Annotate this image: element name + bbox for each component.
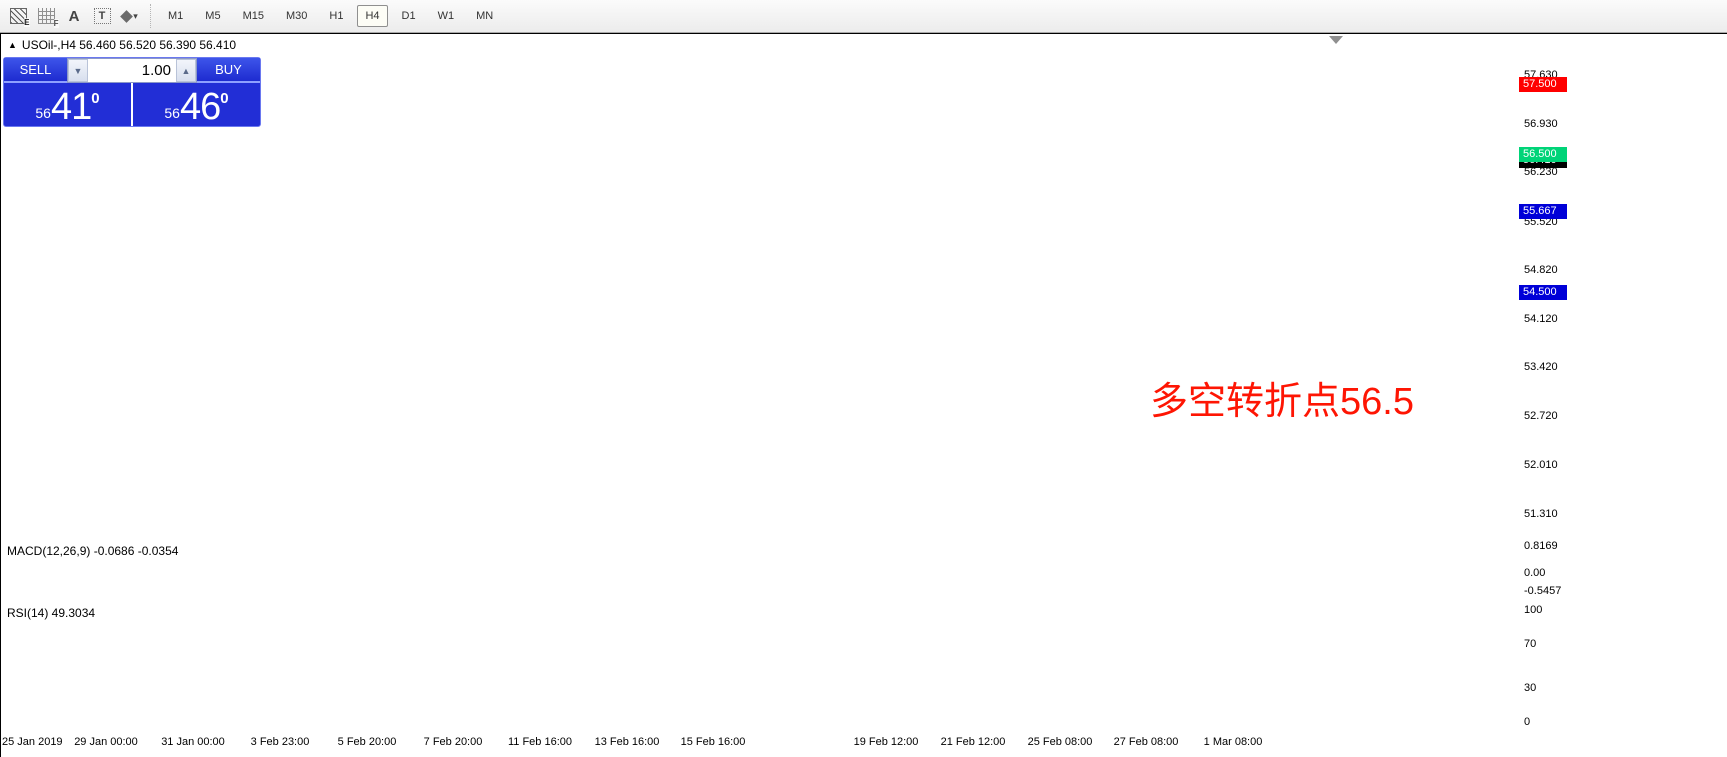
time-axis-label: 25 Feb 08:00	[1028, 736, 1093, 748]
rsi-label: RSI(14) 49.3034	[7, 606, 95, 620]
sell-price-pip: 0	[91, 91, 99, 106]
volume-input[interactable]: 1.00	[88, 59, 176, 82]
sell-button[interactable]: SELL	[4, 58, 67, 83]
macd-label: MACD(12,26,9) -0.0686 -0.0354	[7, 544, 178, 558]
timeframe-h4[interactable]: H4	[357, 5, 387, 27]
time-axis-label: 25 Jan 2019	[2, 736, 63, 748]
volume-up-button[interactable]: ▲	[176, 59, 196, 82]
buy-button[interactable]: BUY	[197, 58, 260, 83]
price-badge: 54.500	[1519, 285, 1567, 300]
font-icon[interactable]: A	[62, 4, 86, 28]
mt4-window: E F A T ▾ M1 M5 M15 M30 H1 H4 D1 W1MN ▲ USOil-,…	[0, 0, 1727, 757]
rsi-tick-label: 0	[1524, 716, 1530, 728]
buy-price-quote[interactable]: 56460	[133, 83, 260, 126]
period-grid-icon[interactable]: F	[34, 4, 58, 28]
sell-price-figure: 56	[35, 106, 51, 120]
buy-price-pip: 0	[220, 91, 228, 106]
volume-spinner: ▼ 1.00 ▲	[67, 58, 197, 83]
time-axis-label: 11 Feb 16:00	[508, 736, 572, 748]
collapse-triangle-icon[interactable]: ▲	[8, 40, 17, 50]
timeframe-m1[interactable]: M1	[160, 5, 191, 27]
macd-tick-label: -0.5457	[1524, 585, 1561, 597]
timeframe-mn[interactable]: MN	[468, 5, 501, 27]
timeframe-w1[interactable]: W1	[430, 5, 463, 27]
price-tick-label: 56.230	[1524, 166, 1558, 179]
price-badge: 57.500	[1519, 77, 1567, 92]
timeframe-h1[interactable]: H1	[321, 5, 351, 27]
buy-price-figure: 56	[164, 106, 180, 120]
price-tick-label: 52.720	[1524, 410, 1558, 423]
chart-shift-marker-icon[interactable]	[1329, 36, 1343, 44]
price-tick-label: 53.420	[1524, 361, 1558, 374]
time-axis-label: 7 Feb 20:00	[424, 736, 483, 748]
macd-tick-label: 0.8169	[1524, 540, 1558, 552]
price-tick-label: 52.010	[1524, 459, 1558, 472]
toolbar: E F A T ▾ M1 M5 M15 M30 H1 H4 D1 W1MN	[0, 0, 1727, 33]
price-tick-label: 54.120	[1524, 313, 1558, 326]
rsi-tick-label: 70	[1524, 638, 1536, 650]
price-tick-label: 56.930	[1524, 118, 1558, 131]
price-badge: 55.667	[1519, 204, 1567, 219]
chart-window: ▲ USOil-,H4 56.460 56.520 56.390 56.410	[0, 33, 1727, 757]
time-axis-label: 13 Feb 16:00	[595, 736, 660, 748]
toolbar-separator	[150, 4, 151, 28]
annotation-text: 多空转折点56.5	[1150, 370, 1414, 425]
timeframe-m15[interactable]: M15	[235, 5, 272, 27]
time-axis-label: 27 Feb 08:00	[1114, 736, 1179, 748]
time-axis-label: 3 Feb 23:00	[251, 736, 310, 748]
rsi-tick-label: 100	[1524, 604, 1542, 616]
time-axis-label: 5 Feb 20:00	[338, 736, 397, 748]
time-axis-label: 19 Feb 12:00	[854, 736, 919, 748]
timeframe-m5[interactable]: M5	[197, 5, 228, 27]
price-tick-label: 54.820	[1524, 264, 1558, 277]
timeframe-m30[interactable]: M30	[278, 5, 315, 27]
timeframe-group: M1 M5 M15 M30 H1 H4 D1 W1MN	[157, 5, 504, 27]
price-badge: 56.500	[1519, 147, 1567, 162]
sell-price-quote[interactable]: 56410	[4, 83, 133, 126]
rsi-tick-label: 30	[1524, 682, 1536, 694]
time-axis-label: 31 Jan 00:00	[161, 736, 225, 748]
time-axis-label: 1 Mar 08:00	[1204, 736, 1263, 748]
arrow-styles-icon[interactable]: ▾	[118, 4, 142, 28]
sell-price-big: 41	[51, 91, 91, 124]
time-axis-label: 15 Feb 16:00	[681, 736, 746, 748]
timeframe-d1[interactable]: D1	[394, 5, 424, 27]
time-axis-label: 29 Jan 00:00	[74, 736, 138, 748]
buy-price-big: 46	[180, 91, 220, 124]
price-tick-label: 51.310	[1524, 508, 1558, 521]
time-axis-label: 21 Feb 12:00	[941, 736, 1006, 748]
one-click-trading-panel: SELL ▼ 1.00 ▲ BUY 56410 56460	[3, 57, 261, 127]
macd-tick-label: 0.00	[1524, 567, 1545, 579]
chart-title-row: ▲ USOil-,H4 56.460 56.520 56.390 56.410	[1, 35, 1727, 55]
indicators-icon[interactable]: E	[6, 4, 30, 28]
chart-title: USOil-,H4 56.460 56.520 56.390 56.410	[22, 38, 236, 52]
volume-down-button[interactable]: ▼	[68, 59, 88, 82]
text-label-icon[interactable]: T	[90, 4, 114, 28]
